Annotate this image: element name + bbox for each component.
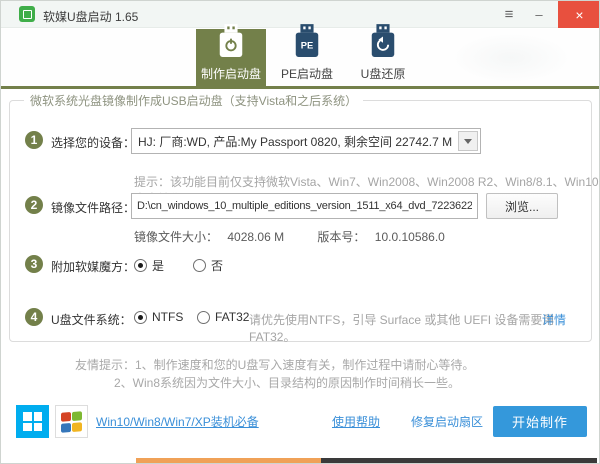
- tab-usb-restore[interactable]: U盘还原: [348, 24, 418, 86]
- menu-icon[interactable]: ≡: [495, 1, 523, 27]
- browse-button[interactable]: 浏览...: [486, 193, 558, 219]
- background-watermark: [451, 33, 571, 83]
- tab-make-boot-disk[interactable]: 制作启动盘: [196, 24, 266, 86]
- device-select[interactable]: HJ: 厂商:WD, 产品:My Passport 0820, 剩余空间 227…: [131, 128, 481, 154]
- radio-label: 否: [211, 259, 224, 273]
- detail-link[interactable]: 详情: [542, 311, 566, 328]
- tab-pe-boot-disk[interactable]: PE PE启动盘: [272, 24, 342, 86]
- essentials-link[interactable]: Win10/Win8/Win7/XP装机必备: [96, 413, 259, 430]
- tips-line2: 2、Win8系统因为文件大小、目录结构的原因制作时间稍长一些。: [114, 376, 461, 390]
- windows10-logo[interactable]: [16, 405, 49, 438]
- radio-fat32[interactable]: FAT32: [197, 310, 249, 324]
- window-title: 软媒U盘启动 1.65: [43, 10, 139, 24]
- usb-restore-icon: [368, 23, 398, 62]
- step1-badge: 1: [25, 131, 43, 149]
- iso-info-row: 镜像文件大小： 4028.06 M 版本号： 10.0.10586.0: [134, 228, 451, 245]
- radio-magic-yes[interactable]: 是: [134, 257, 164, 274]
- close-icon[interactable]: ×: [558, 1, 599, 28]
- tips-line1: 友情提示：1、制作速度和您的U盘写入速度有关，制作过程中请耐心等待。: [75, 358, 475, 372]
- repair-boot-sector-link[interactable]: 修复启动扇区: [411, 413, 483, 430]
- radio-label: 是: [152, 259, 165, 273]
- radio-label: NTFS: [152, 310, 184, 324]
- step2-label: 镜像文件路径：: [51, 201, 136, 215]
- bottom-strip-orange: [136, 458, 321, 463]
- app-logo-icon: [19, 6, 35, 22]
- step3-badge: 3: [25, 255, 43, 273]
- radio-icon: [134, 259, 147, 272]
- step2-badge: 2: [25, 196, 43, 214]
- tab-label: PE启动盘: [280, 67, 333, 81]
- iso-size-value: 4028.06 M: [227, 230, 285, 244]
- usb-power-icon: [216, 23, 246, 62]
- radio-magic-no[interactable]: 否: [193, 257, 223, 274]
- radio-icon: [193, 259, 206, 272]
- step4-badge: 4: [25, 308, 43, 326]
- bottom-strip-dark: [321, 458, 597, 463]
- tab-label: 制作启动盘: [200, 67, 261, 81]
- app-window: 软媒U盘启动 1.65 ≡ – × 制作启动盘 PE PE启动盘 U盘还原 微软…: [0, 0, 600, 464]
- tab-label: U盘还原: [360, 67, 406, 81]
- windows-xp-logo[interactable]: [55, 405, 88, 438]
- chevron-down-icon[interactable]: [458, 131, 478, 151]
- start-button[interactable]: 开始制作: [493, 406, 587, 437]
- step1-label: 选择您的设备：: [51, 136, 136, 150]
- iso-size-label: 镜像文件大小：: [134, 230, 219, 244]
- svg-text:PE: PE: [301, 41, 314, 51]
- groupbox-legend: 微软系统光盘镜像制作成USB启动盘（支持Vista和之后系统）: [24, 92, 364, 109]
- minimize-icon[interactable]: –: [525, 1, 553, 27]
- accent-divider: [1, 86, 599, 89]
- iso-version-value: 10.0.10586.0: [374, 230, 445, 244]
- step4-label: U盘文件系统：: [51, 313, 132, 327]
- device-select-value: HJ: 厂商:WD, 产品:My Passport 0820, 剩余空间 227…: [138, 134, 456, 149]
- radio-ntfs[interactable]: NTFS: [134, 310, 183, 324]
- iso-version-label: 版本号：: [317, 230, 366, 244]
- step3-label: 附加软媒魔方：: [51, 260, 136, 274]
- iso-path-input[interactable]: [131, 193, 478, 219]
- radio-icon: [197, 310, 210, 324]
- radio-label: FAT32: [215, 310, 250, 324]
- help-link[interactable]: 使用帮助: [332, 413, 380, 430]
- usb-pe-icon: PE: [292, 23, 322, 62]
- radio-icon: [134, 310, 147, 324]
